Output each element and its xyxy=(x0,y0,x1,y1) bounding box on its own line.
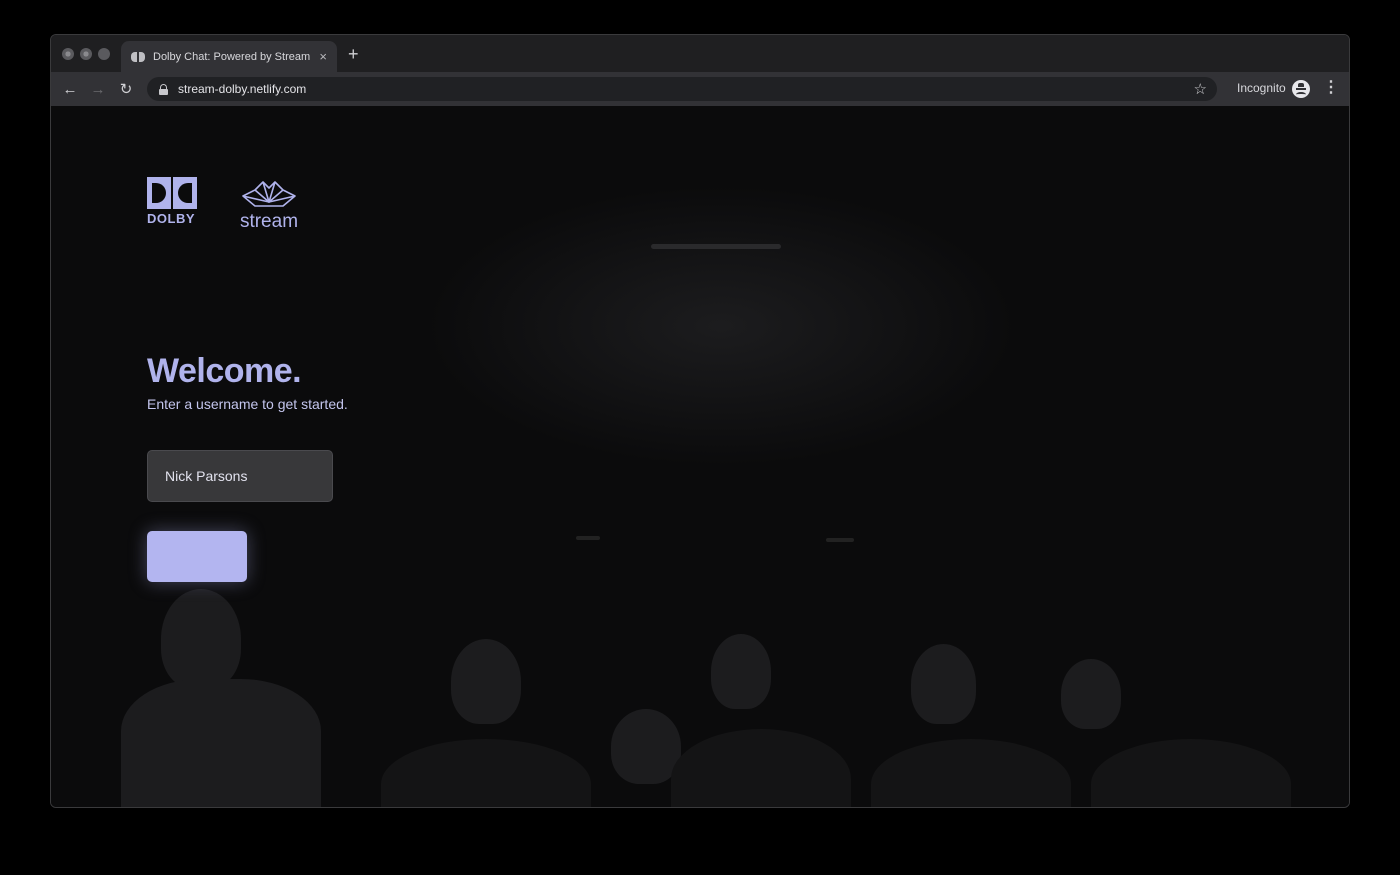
dolby-mark-icon xyxy=(147,177,197,209)
new-tab-button[interactable]: + xyxy=(348,45,359,63)
close-window-button[interactable] xyxy=(62,48,74,60)
lock-icon xyxy=(159,83,168,95)
window-controls xyxy=(62,48,110,60)
address-bar[interactable]: stream-dolby.netlify.com ☆ xyxy=(147,77,1217,101)
incognito-icon[interactable] xyxy=(1292,80,1310,98)
tab-title: Dolby Chat: Powered by Stream xyxy=(153,50,311,63)
submit-button[interactable] xyxy=(147,531,247,582)
arrow-right-icon: → xyxy=(90,80,106,98)
arrow-left-icon: ← xyxy=(62,80,78,98)
tab-strip: Dolby Chat: Powered by Stream × + xyxy=(51,35,1349,72)
exit-light xyxy=(576,536,600,540)
page-content: DOLBY stream Welcome. Enter a username t… xyxy=(51,106,1349,807)
page-title: Welcome. xyxy=(147,352,302,390)
browser-toolbar: ← → ↻ stream-dolby.netlify.com ☆ Incogni… xyxy=(51,72,1349,106)
reload-button[interactable]: ↻ xyxy=(112,75,140,103)
more-vert-icon[interactable]: ⋮ xyxy=(1323,80,1339,96)
audience-background xyxy=(51,589,1349,807)
back-button[interactable]: ← xyxy=(56,75,84,103)
page-subtitle: Enter a username to get started. xyxy=(147,396,348,412)
incognito-label: Incognito xyxy=(1237,81,1286,95)
cinema-screen-glow xyxy=(651,244,781,249)
stream-logo: stream xyxy=(233,178,305,233)
minimize-window-button[interactable] xyxy=(80,48,92,60)
dolby-logo: DOLBY xyxy=(147,177,199,226)
exit-light xyxy=(826,538,854,542)
maximize-window-button[interactable] xyxy=(98,48,110,60)
star-icon[interactable]: ☆ xyxy=(1194,80,1207,98)
tab-dolby-chat[interactable]: Dolby Chat: Powered by Stream × xyxy=(121,41,337,72)
reload-icon: ↻ xyxy=(119,81,133,98)
dolby-wordmark: DOLBY xyxy=(147,211,195,226)
stream-wordmark: stream xyxy=(239,211,299,232)
dolby-favicon-icon xyxy=(131,51,145,62)
forward-button[interactable]: → xyxy=(84,75,112,103)
url-text: stream-dolby.netlify.com xyxy=(178,82,307,96)
tab-close-icon[interactable]: × xyxy=(319,49,327,64)
username-input[interactable] xyxy=(147,450,333,502)
browser-window: Dolby Chat: Powered by Stream × + ← → ↻ … xyxy=(50,34,1350,808)
paper-boat-icon xyxy=(242,181,296,207)
